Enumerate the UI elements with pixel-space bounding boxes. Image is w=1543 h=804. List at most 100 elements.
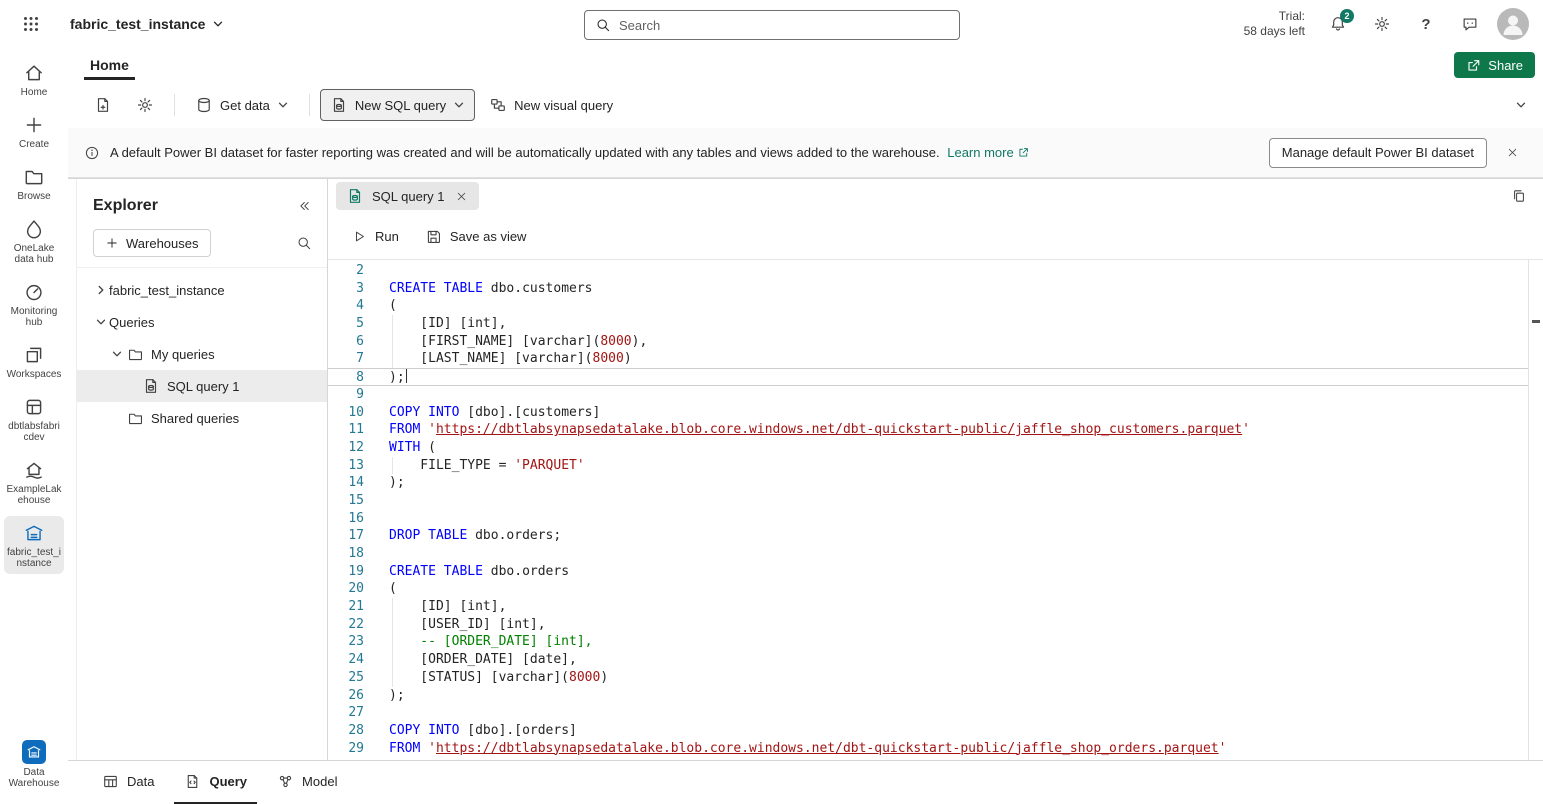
code-line-28[interactable]: 28COPY INTO [dbo].[orders] [328,722,1528,740]
tree-item-sql-query-1[interactable]: SQL query 1 [77,370,327,402]
view-tab-model[interactable]: Model [267,761,347,804]
add-warehouses-button[interactable]: Warehouses [93,229,211,257]
code-line-3[interactable]: 3CREATE TABLE dbo.customers [328,280,1528,298]
monitoring-icon [23,281,45,303]
explorer-title: Explorer [93,197,158,215]
code-line-10[interactable]: 10COPY INTO [dbo].[customers] [328,404,1528,422]
code-line-12[interactable]: 12WITH ( [328,439,1528,457]
sql-editor[interactable]: 23CREATE TABLE dbo.customers4(5 [ID] [in… [328,260,1543,760]
rail-item-browse[interactable]: Browse [4,160,64,207]
warehouse-settings-button[interactable] [126,89,164,121]
rail-item-monitoring-hub[interactable]: Monitoring hub [4,275,64,333]
run-button[interactable]: Run [344,220,407,252]
manage-dataset-button[interactable]: Manage default Power BI dataset [1269,138,1487,168]
code-text: [ID] [int], [389,315,506,333]
view-tab-query[interactable]: Query [174,761,257,804]
code-line-25[interactable]: 25 [STATUS] [varchar](8000) [328,669,1528,687]
tree-item-queries[interactable]: Queries [77,306,327,338]
banner-close-button[interactable] [1497,138,1527,168]
code-line-5[interactable]: 5 [ID] [int], [328,315,1528,333]
rail-item-onelake-data-hub[interactable]: OneLake data hub [4,212,64,270]
share-button[interactable]: Share [1454,52,1535,78]
save-as-view-icon [425,228,442,245]
code-line-13[interactable]: 13 FILE_TYPE = 'PARQUET' [328,457,1528,475]
code-line-23[interactable]: 23 -- [ORDER_DATE] [int], [328,633,1528,651]
code-line-6[interactable]: 6 [FIRST_NAME] [varchar](8000), [328,333,1528,351]
code-text: ); [389,369,407,385]
global-search[interactable] [584,10,960,40]
model-icon [277,773,294,790]
editor-overview-ruler[interactable] [1528,260,1543,760]
code-line-9[interactable]: 9 [328,386,1528,404]
code-line-16[interactable]: 16 [328,510,1528,528]
learn-more-link[interactable]: Learn more [947,145,1029,160]
code-line-14[interactable]: 14); [328,474,1528,492]
new-visual-query-button[interactable]: New visual query [479,89,623,121]
code-line-22[interactable]: 22 [USER_ID] [int], [328,616,1528,634]
search-icon [296,235,312,251]
code-line-17[interactable]: 17DROP TABLE dbo.orders; [328,527,1528,545]
ribbon-toolbar: Get data New SQL query New visual query [68,82,1543,128]
view-tab-data[interactable]: Data [92,761,164,804]
settings-button[interactable] [1365,7,1399,41]
line-number: 24 [328,651,364,669]
code-line-8[interactable]: 8); [328,368,1528,386]
code-text: ); [389,474,405,492]
code-line-24[interactable]: 24 [ORDER_DATE] [date], [328,651,1528,669]
code-line-27[interactable]: 27 [328,704,1528,722]
new-query-shortcut-button[interactable] [84,89,122,121]
share-icon [1466,58,1481,73]
search-input[interactable] [619,18,949,33]
duplicate-tab-button[interactable] [1505,182,1533,210]
notifications-button[interactable]: 2 [1321,7,1355,41]
explorer-tree: fabric_test_instanceQueriesMy queriesSQL… [77,268,327,434]
code-line-4[interactable]: 4( [328,297,1528,315]
rail-item-dbtlabsfabricdev[interactable]: dbtlabsfabricdev [4,390,64,448]
tree-item-my-queries[interactable]: My queries [77,338,327,370]
query-tab[interactable]: SQL query 1 [336,182,479,210]
person-icon [1497,8,1529,40]
tree-item-fabric-test-instance[interactable]: fabric_test_instance [77,274,327,306]
new-sql-query-button[interactable]: New SQL query [320,89,475,121]
code-line-11[interactable]: 11FROM 'https://dbtlabsynapsedatalake.bl… [328,421,1528,439]
chevron-down-icon[interactable] [109,348,125,360]
tab-home[interactable]: Home [84,51,135,80]
rail-item-fabric-test-instance[interactable]: fabric_test_instance [4,516,64,574]
code-line-18[interactable]: 18 [328,545,1528,563]
code-line-26[interactable]: 26); [328,687,1528,705]
get-data-button[interactable]: Get data [185,89,299,121]
tree-item-shared-queries[interactable]: Shared queries [77,402,327,434]
chevron-right-icon[interactable] [93,284,109,296]
code-line-29[interactable]: 29FROM 'https://dbtlabsynapsedatalake.bl… [328,740,1528,758]
collapse-ribbon-button[interactable] [1515,99,1527,111]
app-launcher-button[interactable] [14,7,48,41]
close-tab-icon[interactable] [453,187,471,205]
code-text: FROM 'https://dbtlabsynapsedatalake.blob… [389,421,1250,439]
collapse-explorer-button[interactable] [291,193,317,219]
account-avatar[interactable] [1497,8,1529,40]
help-button[interactable]: ? [1409,7,1443,41]
workspace-switcher[interactable]: fabric_test_instance [70,16,224,32]
data-warehouse-icon [22,740,46,764]
line-number: 21 [328,598,364,616]
rail-item-home[interactable]: Home [4,56,64,103]
save-as-view-button[interactable]: Save as view [417,220,535,252]
rail-item-examplelakehouse[interactable]: ExampleLakehouse [4,453,64,511]
code-line-19[interactable]: 19CREATE TABLE dbo.orders [328,563,1528,581]
rail-item-workspaces[interactable]: Workspaces [4,338,64,385]
code-line-20[interactable]: 20( [328,580,1528,598]
browse-icon [23,166,45,188]
chevron-down-icon[interactable] [93,316,109,328]
rail-item-data-warehouse[interactable]: Data Warehouse [4,734,64,794]
code-line-15[interactable]: 15 [328,492,1528,510]
explorer-header: Explorer [77,183,327,227]
left-nav-rail: Home Create Browse OneLake data hubMonitori… [0,48,68,804]
line-number: 7 [328,350,364,368]
code-line-7[interactable]: 7 [LAST_NAME] [varchar](8000) [328,350,1528,368]
explorer-search-button[interactable] [291,230,317,256]
code-line-21[interactable]: 21 [ID] [int], [328,598,1528,616]
feedback-button[interactable] [1453,7,1487,41]
line-number: 17 [328,527,364,545]
rail-item-create[interactable]: Create [4,108,64,155]
code-line-2[interactable]: 2 [328,262,1528,280]
